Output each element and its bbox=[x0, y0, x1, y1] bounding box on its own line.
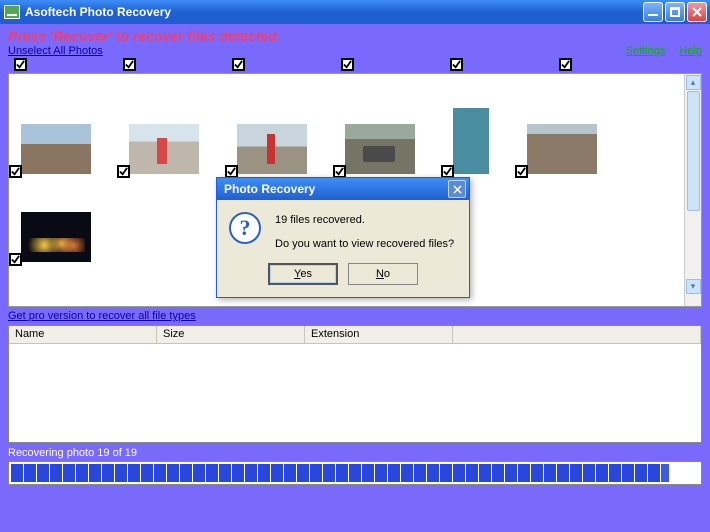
photo-checkbox[interactable] bbox=[515, 165, 528, 178]
yes-button[interactable]: Yes bbox=[268, 263, 338, 285]
no-button[interactable]: No bbox=[348, 263, 418, 285]
pro-version-link[interactable]: Get pro version to recover all file type… bbox=[8, 307, 702, 325]
col-blank bbox=[453, 326, 701, 343]
app-icon bbox=[4, 5, 20, 19]
instruction-text: Press 'Recover' to recover files detecte… bbox=[8, 26, 702, 45]
window-title: Asoftech Photo Recovery bbox=[25, 5, 171, 19]
photo-thumb[interactable] bbox=[345, 124, 415, 174]
status-text: Recovering photo 19 of 19 bbox=[8, 443, 702, 461]
settings-link[interactable]: Settings bbox=[626, 45, 666, 57]
dialog-text: 19 files recovered. Do you want to view … bbox=[275, 212, 454, 253]
dialog-titlebar: Photo Recovery bbox=[217, 178, 469, 200]
photo-thumb[interactable] bbox=[129, 124, 199, 174]
photo-thumb[interactable] bbox=[21, 212, 91, 262]
grid-header: Name Size Extension bbox=[9, 326, 701, 344]
close-button[interactable] bbox=[687, 2, 707, 22]
checkbox[interactable] bbox=[450, 58, 463, 71]
vertical-scrollbar[interactable]: ▴ ▾ bbox=[684, 74, 701, 306]
scroll-up-button[interactable]: ▴ bbox=[686, 75, 701, 90]
titlebar: Asoftech Photo Recovery bbox=[0, 0, 710, 24]
minimize-button[interactable] bbox=[643, 2, 663, 22]
maximize-button[interactable] bbox=[665, 2, 685, 22]
dialog-line1: 19 files recovered. bbox=[275, 212, 454, 230]
checkbox[interactable] bbox=[341, 58, 354, 71]
question-icon: ? bbox=[229, 212, 261, 244]
photo-thumb[interactable] bbox=[527, 124, 597, 174]
photo-checkbox[interactable] bbox=[117, 165, 130, 178]
photo-thumb[interactable] bbox=[21, 124, 91, 174]
col-size[interactable]: Size bbox=[157, 326, 305, 343]
help-link[interactable]: Help bbox=[679, 45, 702, 57]
dialog-line2: Do you want to view recovered files? bbox=[275, 236, 454, 254]
dialog-buttons: Yes No bbox=[217, 263, 469, 297]
col-extension[interactable]: Extension bbox=[305, 326, 453, 343]
unselect-all-link[interactable]: Unselect All Photos bbox=[8, 45, 103, 57]
photo-checkbox[interactable] bbox=[9, 165, 22, 178]
link-bar: Unselect All Photos Settings Help bbox=[8, 45, 702, 57]
progress-bar bbox=[8, 461, 702, 485]
dialog-title: Photo Recovery bbox=[224, 182, 315, 196]
checkbox[interactable] bbox=[559, 58, 572, 71]
photo-thumb[interactable] bbox=[237, 124, 307, 174]
app-window: Asoftech Photo Recovery Press 'Recover' … bbox=[0, 0, 710, 532]
recovery-dialog: Photo Recovery ? 19 files recovered. Do … bbox=[216, 177, 470, 298]
scroll-down-button[interactable]: ▾ bbox=[686, 279, 701, 294]
col-name[interactable]: Name bbox=[9, 326, 157, 343]
window-controls bbox=[643, 2, 707, 22]
checkbox[interactable] bbox=[123, 58, 136, 71]
top-checkbox-row bbox=[8, 57, 702, 71]
scroll-thumb[interactable] bbox=[687, 91, 700, 211]
dialog-close-button[interactable] bbox=[448, 180, 466, 198]
photo-thumb[interactable] bbox=[453, 124, 489, 174]
file-grid: Name Size Extension bbox=[8, 325, 702, 443]
dialog-body: ? 19 files recovered. Do you want to vie… bbox=[217, 200, 469, 263]
photo-checkbox[interactable] bbox=[9, 253, 22, 266]
checkbox[interactable] bbox=[14, 58, 27, 71]
checkbox[interactable] bbox=[232, 58, 245, 71]
